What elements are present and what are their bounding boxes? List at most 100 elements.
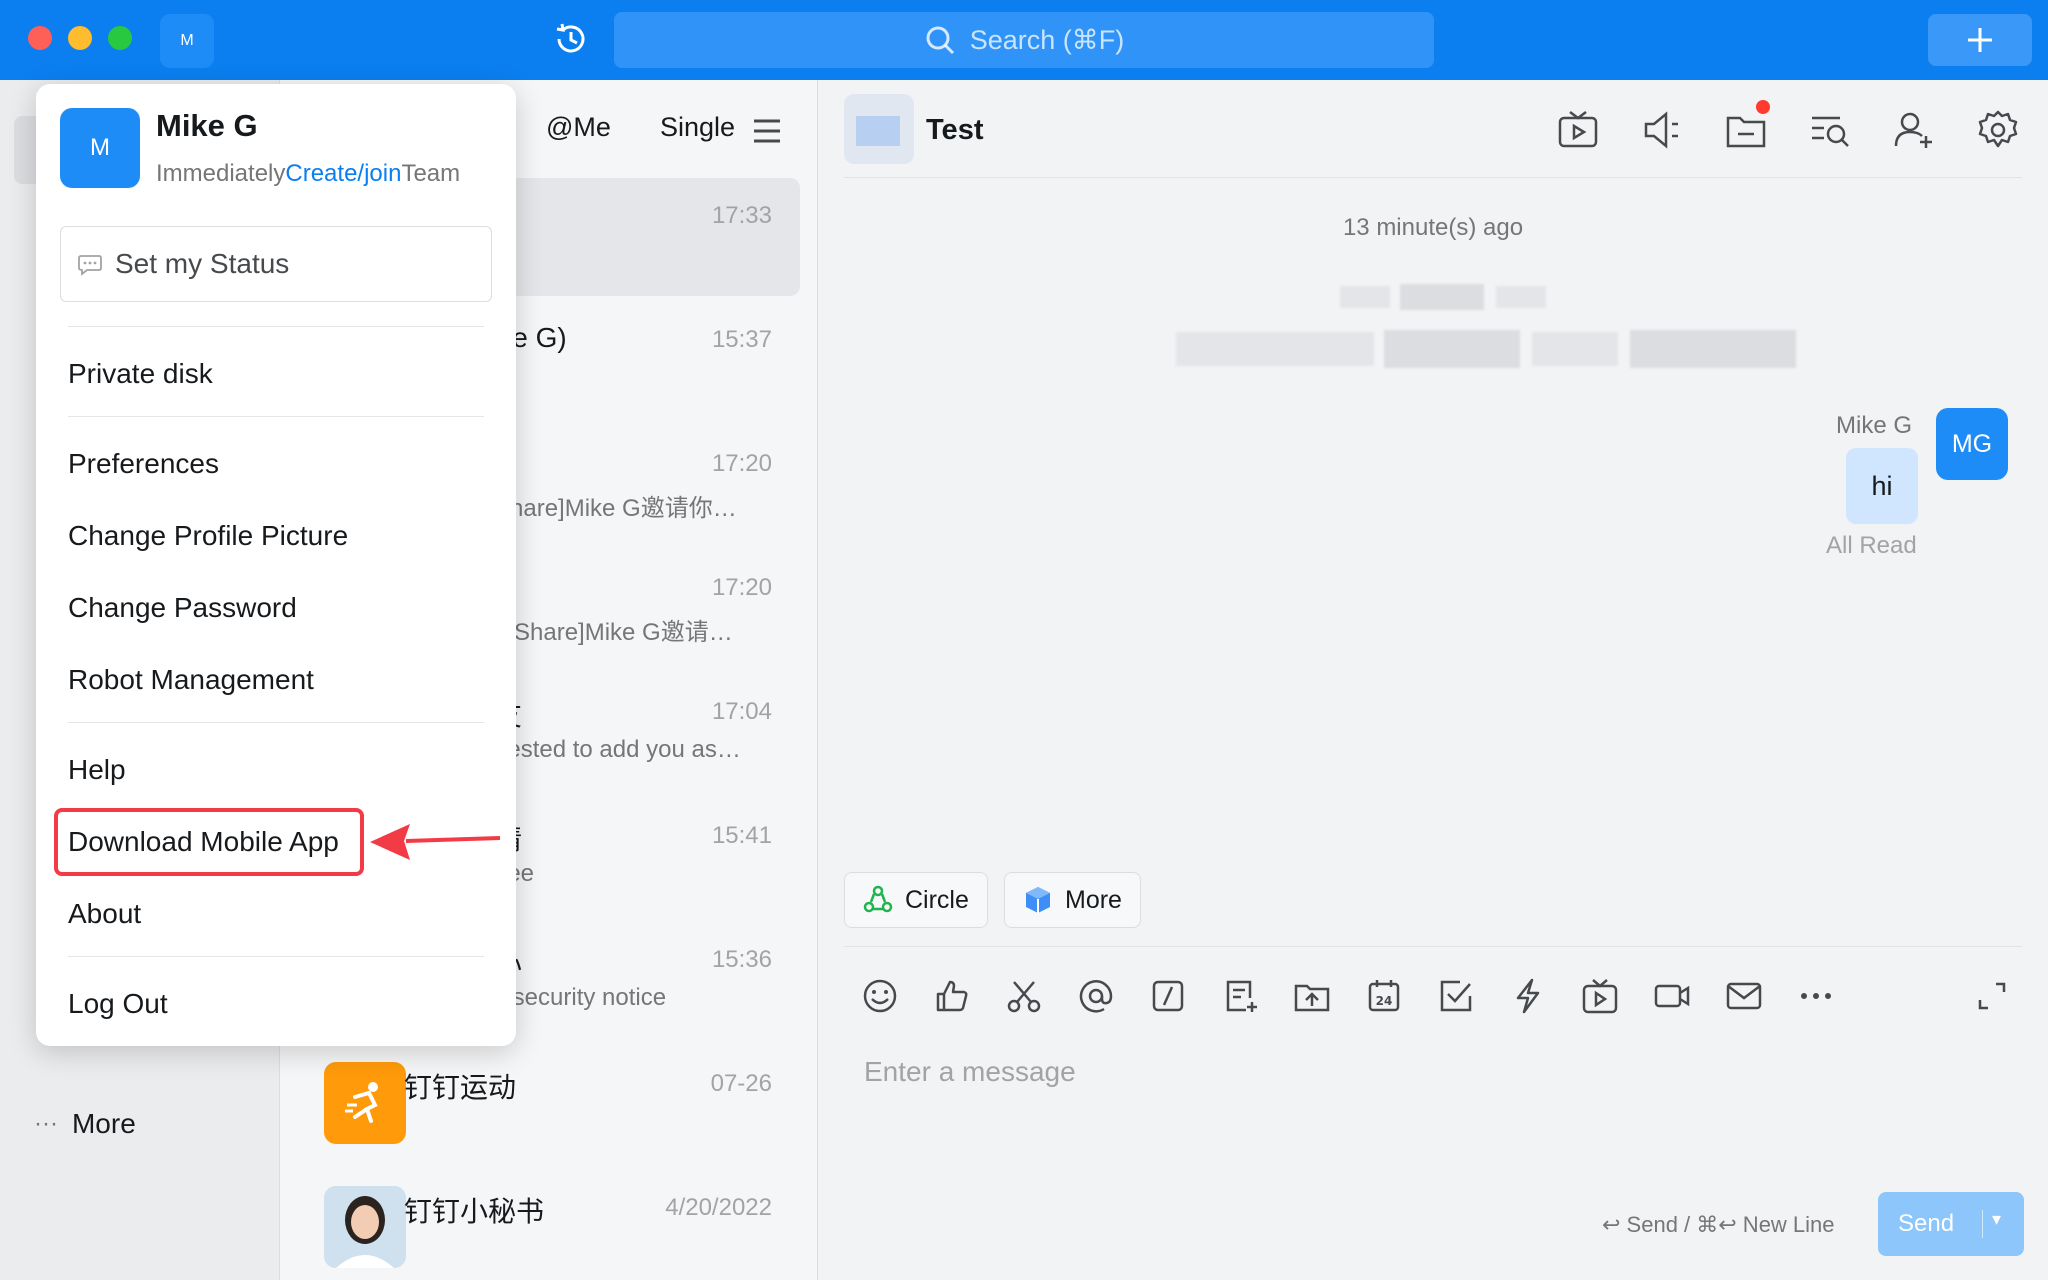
send-separator [1982,1210,1983,1238]
redacted-text [1400,284,1484,310]
conv-time: 07-26 [710,1070,772,1097]
menu-item-about[interactable]: About [68,898,141,930]
chat-bubble-icon [78,255,102,276]
live-tv-icon[interactable] [1556,108,1600,152]
calendar-icon[interactable]: 24 [1364,976,1404,1016]
folder-icon[interactable] [1724,108,1768,152]
add-doc-icon[interactable] [1220,976,1260,1016]
redacted-text [1496,286,1546,308]
message-bubble[interactable]: hi [1846,448,1918,524]
redacted-text [1630,330,1796,368]
user-avatar-button[interactable]: M [160,14,214,68]
upload-folder-icon[interactable] [1292,976,1332,1016]
team-suffix: Team [401,160,461,187]
more-apps-label: More [1065,885,1122,914]
sender-name: Mike G [1836,412,1913,439]
annotation-arrow-icon [370,824,501,860]
conv-time: 17:04 [711,698,772,725]
conv-preview: k security notice [494,984,667,1011]
menu-item-help[interactable]: Help [68,754,126,786]
chat-panel: Test 13 minute(s) ago Mike G MG hi All R… [818,80,2048,1280]
send-button[interactable]: Send ▾ [1878,1192,2024,1256]
assistant-avatar [324,1186,406,1268]
list-item[interactable]: 钉钉运动 07-26 [308,1046,800,1164]
history-icon[interactable] [552,20,590,58]
annotation-highlight-box [54,808,364,876]
minimize-window-button[interactable] [68,26,92,50]
conv-preview: uested to add you as… [494,736,741,763]
search-input[interactable]: Search (⌘F) [614,12,1434,68]
menu-item-change-profile-picture[interactable]: Change Profile Picture [68,520,348,552]
redacted-text [1532,332,1618,366]
close-window-button[interactable] [28,26,52,50]
list-item[interactable]: 钉钉小秘书 4/20/2022 [308,1170,800,1280]
thumbs-up-icon[interactable] [932,976,972,1016]
menu-item-private-disk[interactable]: Private disk [68,358,213,390]
avatar-initials: MG [1951,429,1993,458]
expand-icon[interactable] [1972,976,2012,1016]
avatar[interactable]: MG [1936,408,2008,480]
conv-title: 钉钉运动 [404,1072,517,1103]
redacted-text [1384,330,1520,368]
conv-time: 15:41 [711,822,772,849]
menu-item-preferences[interactable]: Preferences [68,448,219,480]
conv-time: 17:20 [711,574,772,601]
tab-single[interactable]: Single [660,112,735,143]
profile-name: Mike G [156,108,258,143]
mail-icon[interactable] [1724,976,1764,1016]
live-icon[interactable] [1580,976,1620,1016]
zoom-window-button[interactable] [108,26,132,50]
menu-divider [68,416,484,417]
nav-more[interactable]: ··· More [34,1108,136,1140]
emoji-icon[interactable] [860,976,900,1016]
redacted-text [1340,286,1390,308]
set-status-field[interactable]: Set my Status [60,226,492,302]
more-options-icon[interactable] [1796,976,1836,1016]
team-prompt: ImmediatelyCreate/joinTeam [156,160,460,188]
menu-divider [68,722,484,723]
send-hint: ↩ Send / ⌘↩ New Line [1602,1212,1835,1237]
menu-item-change-password[interactable]: Change Password [68,592,297,624]
announcement-icon[interactable] [1640,108,1684,152]
search-history-icon[interactable] [1808,108,1852,152]
team-prefix: Immediately [156,160,286,187]
chevron-down-icon[interactable]: ▾ [1992,1209,2001,1230]
add-member-icon[interactable] [1892,108,1936,152]
svg-text:24: 24 [1376,994,1393,1008]
conv-preview: Share]Mike G邀请你… [494,495,737,522]
add-button[interactable] [1928,14,2032,66]
scissors-icon[interactable] [1004,976,1044,1016]
group-avatar[interactable] [844,94,914,164]
conv-time: 4/20/2022 [665,1194,772,1221]
tab-at-me[interactable]: @Me [546,112,611,143]
avatar[interactable]: M [60,108,140,188]
create-join-team-link[interactable]: Create/join [285,160,401,187]
more-apps-button[interactable]: More [1004,872,1141,928]
plus-icon [1968,28,1992,52]
lightning-icon[interactable] [1508,976,1548,1016]
video-call-icon[interactable] [1652,976,1692,1016]
circle-icon [863,885,893,913]
menu-item-log-out[interactable]: Log Out [68,988,168,1020]
redacted-text [1176,332,1374,366]
search-icon [926,26,954,55]
mention-icon[interactable] [1076,976,1116,1016]
message-input[interactable]: Enter a message [864,1056,1076,1088]
more-dots-icon: ··· [34,1110,58,1137]
conv-title: 钉钉小秘书 [404,1196,545,1227]
avatar-initial: M [180,32,194,49]
conv-time: 17:33 [711,202,772,229]
task-check-icon[interactable] [1436,976,1476,1016]
conv-time: 17:20 [711,450,772,477]
message-text: hi [1871,470,1893,501]
chat-title: Test [926,114,984,146]
menu-item-robot-management[interactable]: Robot Management [68,664,314,696]
conv-preview: ] [Share]Mike G邀请… [494,619,733,646]
circle-button[interactable]: Circle [844,872,988,928]
menu-icon[interactable] [752,118,782,144]
slash-command-icon[interactable] [1148,976,1188,1016]
notification-dot [1756,100,1770,114]
gear-icon[interactable] [1976,108,2020,152]
status-placeholder: Set my Status [115,248,290,279]
message-timestamp: 13 minute(s) ago [1342,214,1524,241]
